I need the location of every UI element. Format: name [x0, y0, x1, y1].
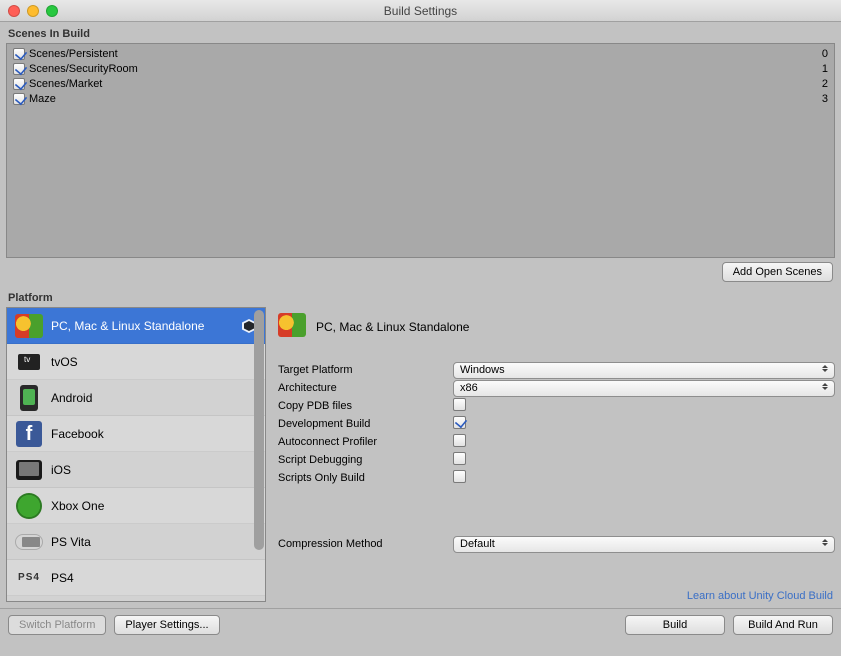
close-window-button[interactable]: [8, 5, 20, 17]
target-platform-dropdown[interactable]: Windows: [453, 362, 835, 379]
platform-item-html[interactable]: HTML: [7, 596, 265, 601]
ios-icon: [15, 456, 43, 484]
platform-item-tvos[interactable]: tvOS: [7, 344, 265, 380]
platform-item-label: iOS: [51, 463, 257, 477]
architecture-value: x86: [460, 382, 478, 394]
player-settings-button[interactable]: Player Settings...: [114, 615, 219, 635]
platform-item-label: Android: [51, 391, 257, 405]
scripts-only-build-checkbox[interactable]: [453, 470, 466, 483]
chevron-updown-icon: [820, 365, 830, 375]
target-platform-value: Windows: [460, 364, 505, 376]
compression-method-label: Compression Method: [278, 538, 453, 550]
titlebar: Build Settings: [0, 0, 841, 22]
learn-cloud-build-link[interactable]: Learn about Unity Cloud Build: [687, 590, 833, 602]
scene-checkbox[interactable]: [13, 48, 25, 60]
chevron-updown-icon: [820, 383, 830, 393]
scene-index: 2: [822, 78, 828, 90]
scene-checkbox[interactable]: [13, 78, 25, 90]
platform-item-label: Xbox One: [51, 499, 257, 513]
scenes-list[interactable]: Scenes/Persistent0Scenes/SecurityRoom1Sc…: [6, 43, 835, 258]
build-button[interactable]: Build: [625, 615, 725, 635]
platform-item-psvita[interactable]: PS Vita: [7, 524, 265, 560]
scene-row[interactable]: Scenes/Market2: [9, 76, 832, 91]
scene-row[interactable]: Scenes/SecurityRoom1: [9, 61, 832, 76]
compression-method-dropdown[interactable]: Default: [453, 536, 835, 553]
platform-detail-title: PC, Mac & Linux Standalone: [316, 320, 469, 334]
html-icon: HTML: [15, 591, 43, 602]
platform-item-label: PS4: [51, 571, 257, 585]
scripts-only-build-label: Scripts Only Build: [278, 472, 453, 484]
scene-row[interactable]: Maze3: [9, 91, 832, 106]
platform-list[interactable]: PC, Mac & Linux Standalone tvOS Android f Fa…: [6, 307, 266, 602]
platform-item-standalone[interactable]: PC, Mac & Linux Standalone: [7, 308, 265, 344]
platform-item-xboxone[interactable]: Xbox One: [7, 488, 265, 524]
scene-name: Scenes/Market: [29, 78, 822, 90]
development-build-checkbox[interactable]: [453, 416, 466, 429]
copy-pdb-checkbox[interactable]: [453, 398, 466, 411]
unity-logo-icon: [241, 318, 257, 334]
scene-checkbox[interactable]: [13, 93, 25, 105]
scene-name: Maze: [29, 93, 822, 105]
platform-label: Platform: [8, 292, 835, 304]
target-platform-label: Target Platform: [278, 364, 453, 376]
compression-method-value: Default: [460, 538, 495, 550]
window-title: Build Settings: [0, 4, 841, 18]
architecture-label: Architecture: [278, 382, 453, 394]
window-controls: [8, 5, 58, 17]
minimize-window-button[interactable]: [27, 5, 39, 17]
platform-item-facebook[interactable]: f Facebook: [7, 416, 265, 452]
build-and-run-button[interactable]: Build And Run: [733, 615, 833, 635]
platform-item-android[interactable]: Android: [7, 380, 265, 416]
ps4-icon: PS4: [15, 564, 43, 592]
platform-item-ps4[interactable]: PS4 PS4: [7, 560, 265, 596]
script-debugging-checkbox[interactable]: [453, 452, 466, 465]
chevron-updown-icon: [820, 539, 830, 549]
scenes-in-build-label: Scenes In Build: [8, 28, 835, 40]
scene-checkbox[interactable]: [13, 63, 25, 75]
platform-item-label: tvOS: [51, 355, 257, 369]
add-open-scenes-button[interactable]: Add Open Scenes: [722, 262, 833, 282]
psvita-icon: [15, 528, 43, 556]
xbox-icon: [15, 492, 43, 520]
autoconnect-profiler-checkbox[interactable]: [453, 434, 466, 447]
development-build-label: Development Build: [278, 418, 453, 430]
platform-item-label: Facebook: [51, 427, 257, 441]
scene-index: 3: [822, 93, 828, 105]
platform-detail-panel: PC, Mac & Linux Standalone Target Platfo…: [278, 307, 835, 602]
scene-name: Scenes/SecurityRoom: [29, 63, 822, 75]
autoconnect-profiler-label: Autoconnect Profiler: [278, 436, 453, 448]
scene-index: 0: [822, 48, 828, 60]
pc-icon: [15, 312, 43, 340]
platform-item-label: PC, Mac & Linux Standalone: [51, 319, 233, 333]
scene-index: 1: [822, 63, 828, 75]
pc-icon: [278, 313, 306, 341]
platform-item-ios[interactable]: iOS: [7, 452, 265, 488]
switch-platform-button: Switch Platform: [8, 615, 106, 635]
architecture-dropdown[interactable]: x86: [453, 380, 835, 397]
facebook-icon: f: [15, 420, 43, 448]
android-icon: [15, 384, 43, 412]
zoom-window-button[interactable]: [46, 5, 58, 17]
bottom-toolbar: Switch Platform Player Settings... Build…: [0, 608, 841, 643]
scene-row[interactable]: Scenes/Persistent0: [9, 46, 832, 61]
scene-name: Scenes/Persistent: [29, 48, 822, 60]
appletv-icon: [15, 348, 43, 376]
platform-item-label: PS Vita: [51, 535, 257, 549]
script-debugging-label: Script Debugging: [278, 454, 453, 466]
copy-pdb-label: Copy PDB files: [278, 400, 453, 412]
